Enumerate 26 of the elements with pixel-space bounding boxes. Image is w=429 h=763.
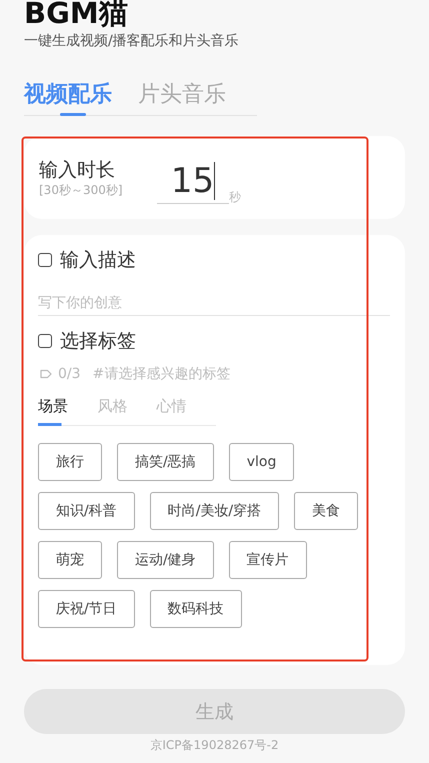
tag-chip[interactable]: 萌宠 [38,541,102,579]
tag-chip[interactable]: 运动/健身 [117,541,214,579]
tag-chip[interactable]: 时尚/美妆/穿搭 [150,492,280,530]
duration-input[interactable]: 15 [157,159,229,204]
tag-chip[interactable]: 数码科技 [150,590,242,628]
app-title: BGM猫 [24,0,129,29]
app-subtitle: 一键生成视频/播客配乐和片头音乐 [24,32,240,50]
tag-icon [40,369,52,379]
description-field[interactable]: 写下你的创意 [38,291,390,316]
duration-label: 输入时长 [39,158,116,182]
tag-chip[interactable]: 庆祝/节日 [38,590,135,628]
tag-chip[interactable]: vlog [228,443,294,481]
duration-hint: [30秒～300秒] [39,182,124,198]
tag-chip[interactable]: 搞笑/恶搞 [117,443,214,481]
tag-hint: #请选择感兴趣的标签 [92,365,230,383]
unit-label: 秒 [229,189,241,206]
tag-chip[interactable]: 美食 [294,492,358,530]
checkbox[interactable] [38,253,52,267]
category-tab[interactable]: 场景 [38,396,98,426]
checkbox-label: 选择标签 [60,329,136,354]
tag-chip[interactable]: 宣传片 [228,541,307,579]
tag-chip[interactable]: 旅行 [38,443,102,481]
checkbox[interactable] [38,334,52,348]
tag-chip[interactable]: 知识/科普 [38,492,135,530]
tag-count: 0/3 [58,366,81,382]
checkbox-label: 输入描述 [60,248,136,273]
